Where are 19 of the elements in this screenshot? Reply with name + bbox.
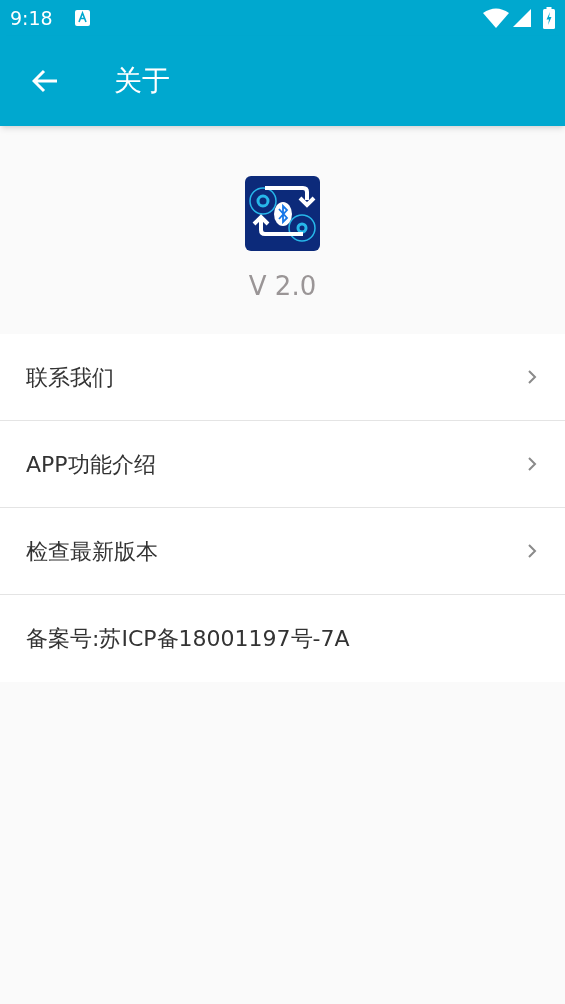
item-label: APP功能介绍 <box>26 450 157 479</box>
item-label: 备案号:苏ICP备18001197号-7A <box>26 625 351 653</box>
version-label: V 2.0 <box>248 270 317 303</box>
back-arrow-icon <box>32 69 58 93</box>
chevron-right-icon <box>527 543 537 559</box>
app-logo-icon <box>245 176 320 251</box>
chevron-right-icon <box>527 456 537 472</box>
wifi-icon <box>483 8 509 28</box>
item-label: 检查最新版本 <box>26 537 159 566</box>
menu-item[interactable]: 联系我们 <box>0 334 565 421</box>
chevron-right-icon <box>527 369 537 385</box>
battery-icon <box>543 7 555 29</box>
page-title: 关于 <box>114 63 170 99</box>
item-label: 联系我们 <box>26 363 115 392</box>
signal-icon <box>513 9 531 27</box>
menu-item[interactable]: APP功能介绍 <box>0 421 565 508</box>
notification-icon <box>74 10 90 26</box>
menu-item[interactable]: 检查最新版本 <box>0 508 565 595</box>
status-time: 9:18 <box>10 5 53 31</box>
